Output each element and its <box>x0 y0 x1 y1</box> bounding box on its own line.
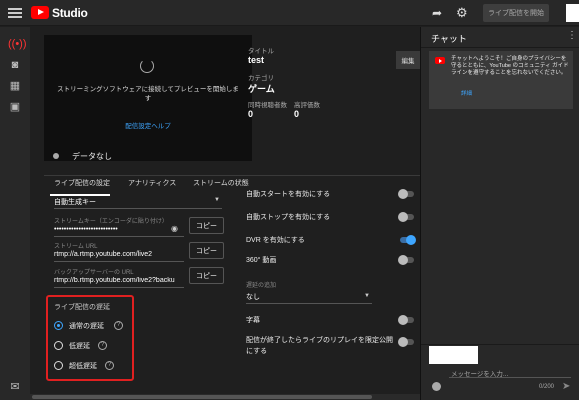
concurrent-viewers-label: 同時視聴者数 <box>248 102 287 109</box>
left-rail: ((•)) ◙ ▦ ▣ ✉ <box>0 27 30 400</box>
tab-stream-settings[interactable]: ライブ配信の設定 <box>54 178 110 188</box>
tab-analytics[interactable]: アナリティクス <box>128 178 176 188</box>
likes-value: 0 <box>294 109 300 119</box>
scrollbar-thumb[interactable] <box>32 395 372 399</box>
send-icon[interactable]: ➤ <box>562 381 570 392</box>
horizontal-scrollbar[interactable] <box>30 394 420 400</box>
learn-more-link[interactable]: 詳細 <box>461 89 472 97</box>
chat-panel: チャット ⋮ チャットへようこそ！ご自身のプライバシーを守るとともに、YouTu… <box>420 27 579 400</box>
help-icon[interactable]: ? <box>98 341 107 350</box>
latency-title: ライブ配信の遅延 <box>54 304 110 311</box>
tabs-divider <box>44 175 420 176</box>
chevron-down-icon[interactable]: ▼ <box>214 197 220 203</box>
copy-backup-url-button[interactable]: コピー <box>189 267 224 284</box>
title-label: タイトル <box>248 48 274 55</box>
menu-icon[interactable] <box>8 6 22 20</box>
help-icon[interactable]: ? <box>114 321 123 330</box>
stream-key-input[interactable]: •••••••••••••••••••••••••• <box>54 226 118 233</box>
latency-ultralow-radio[interactable] <box>54 361 63 370</box>
main-panel: ストリーミングソフトウェアに接続してプレビューを開始します 配信設定ヘルプ タイ… <box>30 27 420 400</box>
latency-normal-label[interactable]: 通常の遅延 <box>69 321 104 331</box>
stream-key-mode[interactable]: 自動生成キー <box>54 197 96 207</box>
latency-ultralow-label[interactable]: 超低遅延 <box>69 361 97 371</box>
copy-stream-url-button[interactable]: コピー <box>189 242 224 259</box>
captions-label: 字幕 <box>246 317 260 324</box>
delay-select[interactable]: なし <box>246 292 260 302</box>
concurrent-viewers-value: 0 <box>248 109 254 119</box>
divider <box>54 287 184 288</box>
dvr-toggle[interactable] <box>400 235 416 245</box>
welcome-text: チャットへようこそ！ご自身のプライバシーを守るとともに、YouTube のコミュ… <box>451 56 569 76</box>
status-text: データなし <box>72 152 112 161</box>
auto-start-toggle[interactable] <box>398 189 414 199</box>
divider <box>54 261 184 262</box>
start-stream-button[interactable]: ライブ配信を開始 <box>483 4 549 22</box>
chat-input-underline <box>449 377 571 378</box>
help-icon[interactable]: ? <box>105 361 114 370</box>
category-value: ゲーム <box>248 84 275 94</box>
status-dot-icon <box>53 153 59 159</box>
divider <box>421 47 579 48</box>
divider <box>421 344 579 345</box>
top-bar: Studio ➦ ⚙ ライブ配信を開始 <box>0 0 579 26</box>
live-broadcast-icon[interactable]: ((•)) <box>8 37 27 51</box>
replay-label: 配信が終了したらライブのリプレイを限定公開にする <box>246 337 393 355</box>
video360-toggle[interactable] <box>398 255 414 265</box>
preview-message: ストリーミングソフトウェアに接続してプレビューを開始します <box>57 86 239 102</box>
tab-stream-health[interactable]: ストリームの状態 <box>193 178 249 188</box>
category-label: カテゴリ <box>248 75 274 82</box>
divider <box>54 208 222 209</box>
chat-welcome-message: チャットへようこそ！ご自身のプライバシーを守るとともに、YouTube のコミュ… <box>429 51 573 109</box>
loading-spinner-icon <box>140 59 154 73</box>
avatar[interactable] <box>566 4 579 22</box>
feedback-icon[interactable]: ✉ <box>8 380 22 394</box>
calendar-icon[interactable]: ▦ <box>8 79 22 93</box>
visibility-off-icon[interactable]: ◉ <box>171 224 178 233</box>
replay-toggle[interactable] <box>398 337 414 347</box>
chevron-down-icon[interactable]: ▼ <box>364 293 370 299</box>
latency-highlight-box: ライブ配信の遅延 通常の遅延 ? 低遅延 ? 超低遅延 ? <box>46 295 134 381</box>
manage-icon[interactable]: ▣ <box>8 100 22 114</box>
latency-normal-radio[interactable] <box>54 321 63 330</box>
latency-low-label[interactable]: 低遅延 <box>69 341 90 351</box>
youtube-logo-icon[interactable] <box>31 6 49 19</box>
char-count: 0/200 <box>539 384 555 390</box>
chat-title: チャット <box>431 34 467 44</box>
video360-label: 360° 動画 <box>246 257 277 264</box>
copy-stream-key-button[interactable]: コピー <box>189 217 224 234</box>
stream-preview: ストリーミングソフトウェアに接続してプレビューを開始します 配信設定ヘルプ <box>44 35 252 161</box>
emoji-icon[interactable] <box>432 382 441 391</box>
divider <box>54 236 184 237</box>
stream-setup-help-link[interactable]: 配信設定ヘルプ <box>54 120 242 130</box>
more-options-icon[interactable]: ⋮ <box>567 30 577 41</box>
dvr-label: DVR を有効にする <box>246 237 305 244</box>
auto-stop-toggle[interactable] <box>398 212 414 222</box>
gear-icon[interactable]: ⚙ <box>456 5 470 20</box>
latency-low-radio[interactable] <box>54 341 63 350</box>
camera-icon[interactable]: ◙ <box>8 58 22 72</box>
auto-stop-label: 自動ストップを有効にする <box>246 214 331 221</box>
delay-label: 遅延の追加 <box>246 283 277 289</box>
backup-url-label: バックアップサーバーの URL <box>54 270 134 276</box>
stream-url-label: ストリーム URL <box>54 244 98 250</box>
chat-user-avatar <box>429 346 478 364</box>
edit-button[interactable]: 編集 <box>396 51 420 69</box>
stream-key-label: ストリームキー（エンコーダに貼り付け） <box>54 219 168 225</box>
stream-url-value[interactable]: rtmp://a.rtmp.youtube.com/live2 <box>54 251 152 258</box>
likes-label: 高評価数 <box>294 102 320 109</box>
auto-start-label: 自動スタートを有効にする <box>246 191 331 198</box>
backup-url-value[interactable]: rtmp://b.rtmp.youtube.com/live2?backu <box>54 277 184 284</box>
app-name: Studio <box>52 6 88 20</box>
share-icon[interactable]: ➦ <box>432 6 446 20</box>
youtube-logo-icon <box>435 57 445 64</box>
active-tab-indicator <box>50 194 110 196</box>
divider <box>246 303 372 304</box>
captions-toggle[interactable] <box>398 315 414 325</box>
title-value: test <box>248 55 265 65</box>
